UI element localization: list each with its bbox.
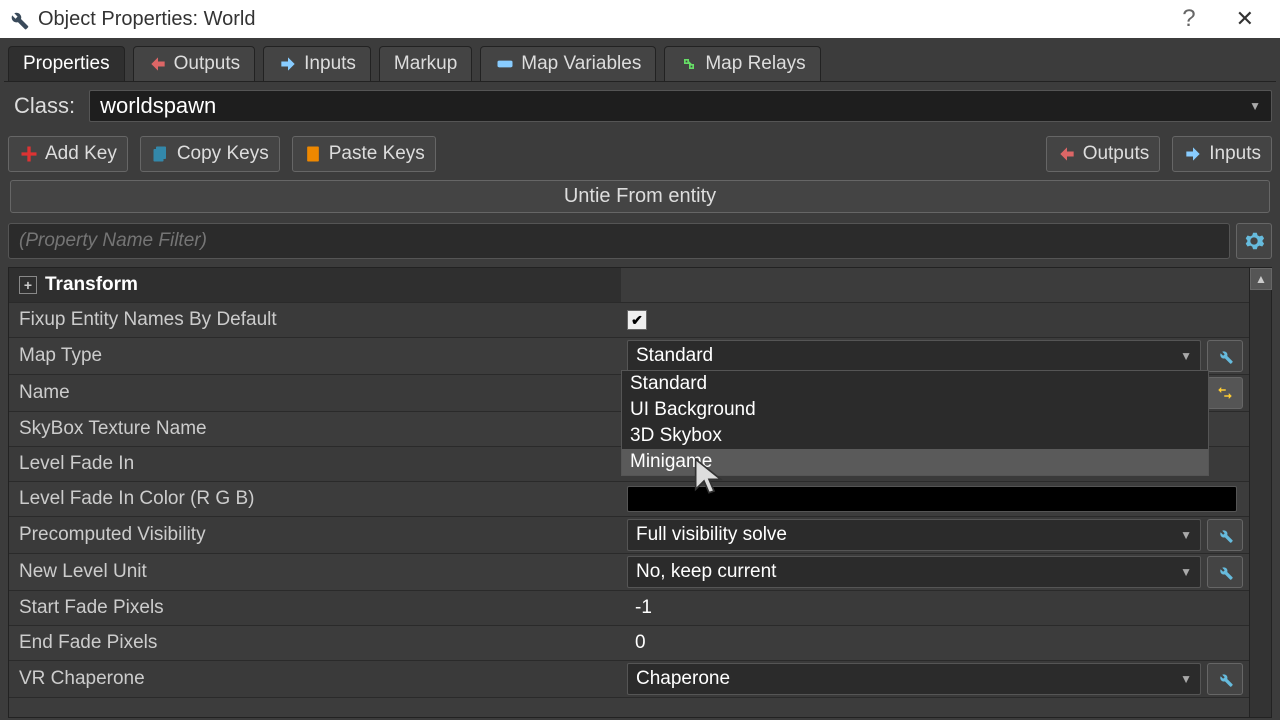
- gear-icon: [1243, 230, 1265, 252]
- copy-keys-button[interactable]: Copy Keys: [140, 136, 280, 172]
- newlevel-edit-button[interactable]: [1207, 556, 1243, 588]
- paste-keys-button[interactable]: Paste Keys: [292, 136, 436, 172]
- prop-fadein-label: Level Fade In: [9, 447, 621, 481]
- prop-newlevel-label: New Level Unit: [9, 555, 621, 589]
- wrench-icon: [1216, 563, 1234, 581]
- tab-properties[interactable]: Properties: [8, 46, 125, 81]
- close-button[interactable]: ✕: [1216, 6, 1274, 32]
- maptype-option[interactable]: Minigame: [622, 449, 1208, 475]
- titlebar: Object Properties: World ? ✕: [0, 0, 1280, 38]
- name-edit-button[interactable]: [1207, 377, 1243, 409]
- endfade-value[interactable]: 0: [627, 628, 1243, 658]
- wrench-icon: [1216, 526, 1234, 544]
- copy-icon: [151, 144, 171, 164]
- vis-edit-button[interactable]: [1207, 519, 1243, 551]
- scroll-up-button[interactable]: ▲: [1250, 268, 1272, 290]
- prop-maptype-label: Map Type: [9, 339, 621, 373]
- outputs-button[interactable]: Outputs: [1046, 136, 1161, 172]
- chevron-down-icon: ▼: [1180, 528, 1192, 542]
- class-select[interactable]: worldspawn ▼: [89, 90, 1272, 122]
- prop-endfade-label: End Fade Pixels: [9, 626, 621, 660]
- relays-icon: [679, 54, 699, 74]
- inputs-button[interactable]: Inputs: [1172, 136, 1272, 172]
- tab-outputs[interactable]: Outputs: [133, 46, 256, 81]
- maptype-option[interactable]: Standard: [622, 371, 1208, 397]
- newlevel-select[interactable]: No, keep current▼: [627, 556, 1201, 588]
- vis-select[interactable]: Full visibility solve▼: [627, 519, 1201, 551]
- untie-button[interactable]: Untie From entity: [10, 180, 1270, 213]
- prop-startfade-label: Start Fade Pixels: [9, 591, 621, 625]
- class-label: Class:: [8, 93, 81, 119]
- expand-icon[interactable]: +: [19, 276, 37, 294]
- variables-icon: [495, 54, 515, 74]
- prop-fadecolor-label: Level Fade In Color (R G B): [9, 482, 621, 516]
- maptype-select[interactable]: Standard▼: [627, 340, 1201, 372]
- help-button[interactable]: ?: [1162, 5, 1215, 33]
- maptype-option[interactable]: UI Background: [622, 397, 1208, 423]
- prop-skybox-label: SkyBox Texture Name: [9, 412, 621, 446]
- prop-vrchap-label: VR Chaperone: [9, 662, 621, 696]
- chevron-down-icon: ▼: [1249, 99, 1261, 113]
- prop-fixup-label: Fixup Entity Names By Default: [9, 303, 621, 337]
- wrench-icon: [1216, 670, 1234, 688]
- arrow-out-icon: [148, 54, 168, 74]
- plus-icon: [19, 144, 39, 164]
- wrench-icon: [6, 7, 30, 31]
- arrow-out-icon: [1057, 144, 1077, 164]
- tab-bar: Properties Outputs Inputs Markup Map Var…: [4, 40, 1276, 82]
- property-filter-input[interactable]: [8, 223, 1230, 259]
- arrow-in-icon: [1183, 144, 1203, 164]
- startfade-value[interactable]: -1: [627, 593, 1243, 623]
- property-list: +Transform Fixup Entity Names By Default…: [9, 268, 1249, 717]
- class-value: worldspawn: [100, 93, 216, 119]
- chevron-down-icon: ▼: [1180, 349, 1192, 363]
- vrchap-edit-button[interactable]: [1207, 663, 1243, 695]
- vrchap-select[interactable]: Chaperone▼: [627, 663, 1201, 695]
- scrollbar[interactable]: ▲: [1249, 268, 1271, 717]
- prop-name-label: Name: [9, 376, 621, 410]
- tab-map-variables[interactable]: Map Variables: [480, 46, 656, 81]
- fixup-checkbox[interactable]: ✔: [627, 310, 647, 330]
- fadecolor-swatch[interactable]: [627, 486, 1237, 512]
- paste-icon: [303, 144, 323, 164]
- window-title: Object Properties: World: [38, 8, 1162, 31]
- tab-map-relays[interactable]: Map Relays: [664, 46, 820, 81]
- maptype-dropdown-list[interactable]: Standard UI Background 3D Skybox Minigam…: [621, 370, 1209, 476]
- chevron-down-icon: ▼: [1180, 565, 1192, 579]
- group-transform[interactable]: +Transform: [9, 268, 621, 302]
- add-key-button[interactable]: Add Key: [8, 136, 128, 172]
- maptype-edit-button[interactable]: [1207, 340, 1243, 372]
- tab-markup[interactable]: Markup: [379, 46, 472, 81]
- tab-inputs[interactable]: Inputs: [263, 46, 371, 81]
- prop-vis-label: Precomputed Visibility: [9, 518, 621, 552]
- chevron-down-icon: ▼: [1180, 672, 1192, 686]
- arrow-in-icon: [278, 54, 298, 74]
- wrench-icon: [1216, 347, 1234, 365]
- maptype-option[interactable]: 3D Skybox: [622, 423, 1208, 449]
- filter-settings-button[interactable]: [1236, 223, 1272, 259]
- swap-icon: [1216, 384, 1234, 402]
